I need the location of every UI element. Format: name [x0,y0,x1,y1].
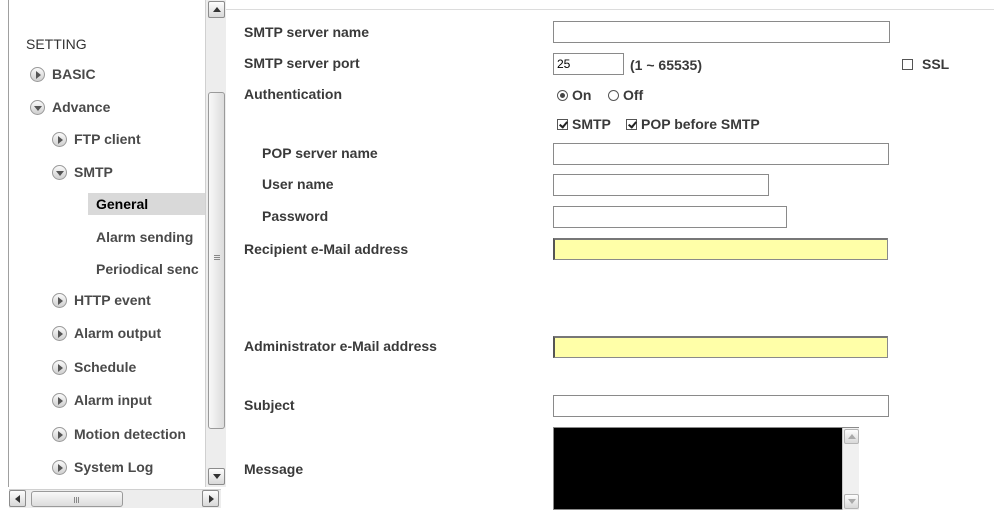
collapse-arrow-icon[interactable] [30,99,45,115]
settings-sidebar: SETTING BASIC Advance FTP client SMTP Ge… [0,0,226,510]
expand-arrow-icon[interactable] [30,66,45,82]
ssl-label: SSL [922,56,950,72]
scroll-down-button[interactable] [208,468,225,485]
smtp-server-port-input[interactable] [553,53,624,75]
expand-arrow-icon[interactable] [52,392,67,408]
subject-input[interactable] [553,395,889,417]
chevron-down-icon [213,474,221,479]
message-textarea[interactable] [553,427,859,510]
chevron-up-icon [213,7,221,12]
grip-icon [74,497,75,503]
sidebar-item-label: HTTP event [74,292,151,308]
smtp-server-port-label: SMTP server port [244,55,360,71]
sidebar-item-http-event[interactable]: HTTP event [52,289,205,311]
message-label: Message [244,461,304,477]
smtp-server-name-label: SMTP server name [244,24,370,40]
sidebar-item-smtp[interactable]: SMTP [52,161,113,183]
sidebar-root-setting: SETTING [26,36,87,52]
recipient-email-label: Recipient e-Mail address [244,241,409,257]
sidebar-item-label: BASIC [52,66,96,82]
divider [226,9,994,10]
port-range-hint: (1 ~ 65535) [630,57,702,73]
auth-on-radio[interactable] [557,89,568,101]
administrator-email-input[interactable] [553,336,888,358]
user-name-label: User name [262,176,334,192]
administrator-email-label: Administrator e-Mail address [244,338,437,354]
chevron-right-icon [209,495,214,503]
chevron-left-icon [15,495,20,503]
expand-arrow-icon[interactable] [52,426,67,442]
sidebar-item-alarm-input[interactable]: Alarm input [52,389,205,411]
smtp-auth-option[interactable]: SMTP [557,116,611,132]
sidebar-item-advance[interactable]: Advance [30,96,110,118]
auth-off-label: Off [623,87,644,103]
chevron-down-icon [848,499,856,504]
vertical-scroll-thumb[interactable] [208,92,225,429]
sidebar-item-motion-detection[interactable]: Motion detection [52,423,205,445]
pop-server-name-input[interactable] [553,143,889,165]
expand-arrow-icon[interactable] [52,292,67,308]
scroll-left-button[interactable] [9,490,26,507]
collapse-arrow-icon[interactable] [52,164,67,180]
sidebar-item-label: Alarm output [74,325,162,341]
recipient-email-input[interactable] [553,238,888,260]
sidebar-vertical-scrollbar[interactable] [205,0,226,487]
sidebar-border [8,0,9,487]
sidebar-item-label: Alarm input [74,392,152,408]
pop-server-name-label: POP server name [262,145,378,161]
chevron-up-icon [848,434,856,439]
scroll-up-button[interactable] [208,1,225,18]
scroll-up-button[interactable] [844,429,859,444]
sidebar-item-periodical-sending[interactable]: Periodical senc [96,258,205,280]
sidebar-item-label: Motion detection [74,426,186,442]
expand-arrow-icon[interactable] [52,325,67,341]
scroll-right-button[interactable] [202,490,219,507]
expand-arrow-icon[interactable] [52,131,67,147]
pop-before-smtp-checkbox[interactable] [626,118,637,130]
sidebar-horizontal-scrollbar[interactable] [9,489,221,508]
smtp-auth-checkbox[interactable] [557,118,568,130]
password-label: Password [262,208,329,224]
sidebar-item-label: Schedule [74,359,137,375]
scroll-down-button[interactable] [844,494,859,509]
ssl-option[interactable]: SSL [902,56,949,72]
expand-arrow-icon[interactable] [52,359,67,375]
sidebar-item-label: System Log [74,459,154,475]
auth-off-option[interactable]: Off [608,87,643,103]
message-scrollbar[interactable] [842,428,859,510]
auth-off-radio[interactable] [608,89,619,101]
auth-on-option[interactable]: On [557,87,591,103]
authentication-label: Authentication [244,86,342,102]
sidebar-item-system-log[interactable]: System Log [52,456,205,478]
sidebar-item-schedule[interactable]: Schedule [52,356,205,378]
password-input[interactable] [553,206,787,228]
ssl-checkbox[interactable] [902,58,913,70]
sidebar-item-label: Advance [52,99,111,115]
sidebar-item-label: SMTP [74,164,113,180]
grip-icon [214,255,220,256]
sidebar-item-alarm-sending[interactable]: Alarm sending [96,226,205,248]
sidebar-item-alarm-output[interactable]: Alarm output [52,322,205,344]
smtp-server-name-input[interactable] [553,21,890,43]
sidebar-item-general[interactable]: General [88,193,205,215]
sidebar-item-label: FTP client [74,131,141,147]
expand-arrow-icon[interactable] [52,459,67,475]
subject-label: Subject [244,397,295,413]
smtp-general-form: SMTP server name SMTP server port (1 ~ 6… [226,0,994,510]
sidebar-item-ftp-client[interactable]: FTP client [52,128,141,150]
auth-on-label: On [572,87,592,103]
user-name-input[interactable] [553,174,769,196]
pop-before-smtp-label: POP before SMTP [641,116,760,132]
sidebar-item-basic[interactable]: BASIC [30,63,96,85]
smtp-auth-label: SMTP [572,116,611,132]
horizontal-scroll-thumb[interactable] [31,491,123,507]
pop-before-smtp-option[interactable]: POP before SMTP [626,116,760,132]
